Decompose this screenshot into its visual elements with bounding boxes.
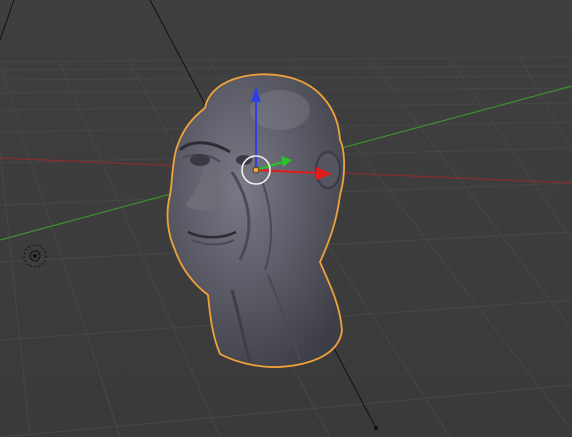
relationship-endpoint	[374, 426, 378, 430]
3d-viewport[interactable]	[0, 0, 572, 437]
object-origin	[252, 166, 260, 174]
